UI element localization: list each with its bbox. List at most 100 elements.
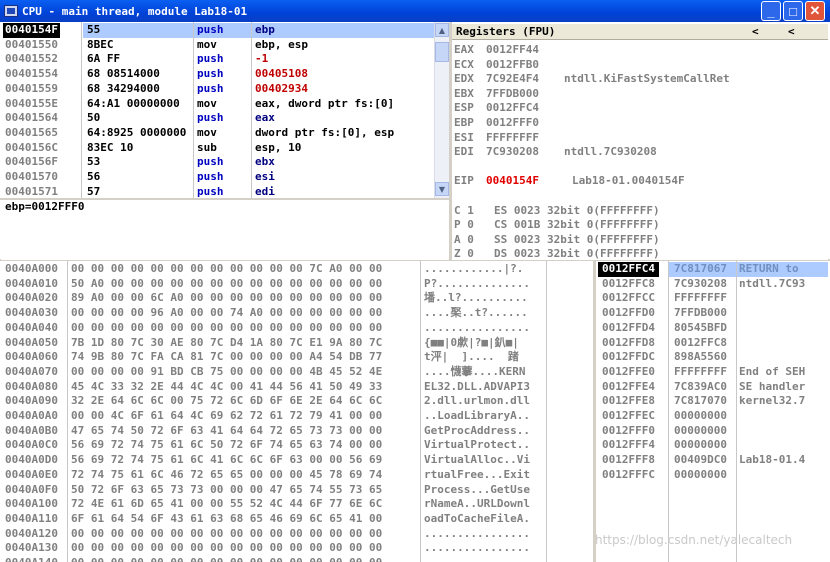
dump-address: 0040A0B0 (5, 423, 58, 437)
dump-row[interactable]: 0040A020 89 A0 00 00 6C A0 00 00 00 00 00… (1, 291, 546, 306)
register-value: 7C930208 (486, 145, 539, 159)
dump-row[interactable]: 0040A0B0 47 65 74 50 72 6F 63 41 64 64 72… (1, 424, 546, 439)
dump-row[interactable]: 0040A0D0 56 69 72 74 75 61 6C 41 6C 6C 6F… (1, 453, 546, 468)
stack-row[interactable]: 0012FFC4 7C817067 RETURN to (596, 262, 828, 277)
dump-row[interactable]: 0040A080 45 4C 33 32 2E 44 4C 4C 00 41 44… (1, 380, 546, 395)
registers-header[interactable]: Registers (FPU) < < (452, 24, 828, 40)
register-name: P 0 (454, 218, 474, 232)
disasm-row[interactable]: 00401564 50 push eax (1, 111, 435, 126)
dump-row[interactable]: 0040A0E0 72 74 75 61 6C 46 72 65 65 00 00… (1, 468, 546, 483)
stack-value: FFFFFFFF (674, 364, 727, 378)
memory-dump-pane[interactable]: 0040A000 00 00 00 00 00 00 00 00 00 00 00… (1, 261, 593, 562)
disasm-mnemonic: mov (197, 37, 217, 51)
column-divider (251, 22, 252, 198)
stack-comment: ntdll.7C93 (739, 276, 806, 290)
dump-row[interactable]: 0040A050 7B 1D 80 7C 30 AE 80 7C D4 1A 80… (1, 336, 546, 351)
dump-row[interactable]: 0040A130 00 00 00 00 00 00 00 00 00 00 00… (1, 541, 546, 556)
disasm-operands: esi (255, 170, 275, 183)
registers-prev-button[interactable]: < (752, 25, 759, 38)
dump-ascii: EL32.DLL.ADVAPI3 (424, 379, 530, 393)
dump-ascii: rtualFree...Exit (424, 467, 530, 481)
dump-hex-bytes: 45 4C 33 32 2E 44 4C 4C 00 41 44 56 41 5… (71, 379, 383, 393)
disasm-row[interactable]: 00401559 68 34294000 push 00402934 (1, 82, 435, 97)
register-name: C 1 (454, 203, 474, 217)
register-name: A 0 (454, 232, 474, 246)
dump-row[interactable]: 0040A040 00 00 00 00 00 00 00 00 00 00 00… (1, 321, 546, 336)
scroll-down-icon[interactable]: ▼ (435, 182, 449, 196)
stack-row[interactable]: 0012FFF8 00409DC0 Lab18-01.4 (596, 453, 828, 468)
register-value: 0040154F (486, 174, 539, 188)
dump-address: 0040A080 (5, 379, 58, 393)
minimize-button[interactable]: _ (761, 1, 781, 21)
disasm-row[interactable]: 0040156F 53 push ebx (1, 155, 435, 170)
registers-pane[interactable]: Registers (FPU) < < EAX 0012FF44 ECX 0012FF… (452, 22, 828, 260)
registers-prev-button-2[interactable]: < (788, 25, 795, 38)
stack-row[interactable]: 0012FFEC 00000000 (596, 409, 828, 424)
disasm-hex: 6A FF (87, 52, 121, 66)
register-name: ECX (454, 57, 474, 71)
dump-address: 0040A000 (5, 262, 58, 275)
disasm-scrollbar[interactable]: ▲ ▼ (434, 22, 449, 198)
dump-hex-bytes: 72 4E 61 6D 65 41 00 00 55 52 4C 44 6F 7… (71, 497, 383, 511)
dump-row[interactable]: 0040A030 00 00 00 00 96 A0 00 00 74 A0 00… (1, 306, 546, 321)
title-bar[interactable]: CPU - main thread, module Lab18-01 _ □ ✕ (0, 0, 830, 22)
register-value: 0012FF44 (486, 43, 539, 56)
dump-row[interactable]: 0040A060 74 9B 80 7C FA CA 81 7C 00 00 00… (1, 350, 546, 365)
stack-row[interactable]: 0012FFE8 7C817070 kernel32.7 (596, 394, 828, 409)
stack-comment: End of SEH (739, 364, 806, 378)
stack-address: 0012FFCC (602, 291, 655, 305)
dump-row[interactable]: 0040A140 00 00 00 00 00 00 00 00 00 00 00… (1, 556, 546, 562)
dump-row[interactable]: 0040A100 72 4E 61 6D 65 41 00 00 55 52 4C… (1, 497, 546, 512)
cpu-window-icon (4, 5, 18, 17)
stack-comment: Lab18-01.4 (739, 453, 806, 467)
stack-address: 0012FFC8 (602, 276, 655, 290)
close-button[interactable]: ✕ (805, 1, 825, 21)
maximize-button[interactable]: □ (783, 1, 803, 21)
stack-row[interactable]: 0012FFF0 00000000 (596, 424, 828, 439)
disasm-address: 0040156C (5, 140, 58, 154)
disasm-mnemonic: push (197, 184, 224, 198)
dump-row[interactable]: 0040A120 00 00 00 00 00 00 00 00 00 00 00… (1, 527, 546, 542)
stack-value: 7C930208 (674, 276, 727, 290)
register-comment: ntdll.KiFastSystemCallRet (564, 72, 730, 86)
disasm-row[interactable]: 0040154F 55 push ebp (1, 23, 435, 38)
disasm-row[interactable]: 0040155E 64:A1 00000000 mov eax, dword ptr … (1, 97, 435, 112)
dump-address: 0040A030 (5, 306, 58, 320)
dump-row[interactable]: 0040A110 6F 61 64 54 6F 43 61 63 68 65 46… (1, 512, 546, 527)
disasm-row[interactable]: 00401554 68 08514000 push 00405108 (1, 67, 435, 82)
stack-row[interactable]: 0012FFD8 0012FFC8 (596, 336, 828, 351)
dump-row[interactable]: 0040A010 50 A0 00 00 00 00 00 00 00 00 00… (1, 277, 546, 292)
disasm-row[interactable]: 0040156C 83EC 10 sub esp, 10 (1, 141, 435, 156)
scroll-thumb[interactable] (435, 42, 449, 62)
scroll-up-icon[interactable]: ▲ (435, 23, 449, 37)
stack-row[interactable]: 0012FFE4 7C839AC0 SE handler (596, 380, 828, 395)
stack-pane[interactable]: 0012FFC4 7C817067 RETURN to 0012FFC8 7C93020… (596, 261, 828, 562)
stack-row[interactable]: 0012FFE0 FFFFFFFF End of SEH (596, 365, 828, 380)
dump-ascii: ....棸..t?...... (424, 306, 528, 320)
disasm-row[interactable]: 00401550 8BEC mov ebp, esp (1, 38, 435, 53)
stack-row[interactable]: 0012FFDC 898A5560 (596, 350, 828, 365)
disasm-row[interactable]: 00401571 57 push edi (1, 185, 435, 198)
disasm-row[interactable]: 00401565 64:8925 0000000 mov dword ptr fs:[… (1, 126, 435, 141)
disasm-hex: 56 (87, 170, 101, 183)
disasm-row[interactable]: 00401552 6A FF push -1 (1, 52, 435, 67)
dump-row[interactable]: 0040A070 00 00 00 00 91 BD CB 75 00 00 00… (1, 365, 546, 380)
disasm-hex: 53 (87, 155, 101, 169)
info-pane[interactable]: ebp=0012FFF0 (1, 200, 449, 260)
dump-row[interactable]: 0040A0A0 00 00 4C 6F 61 64 4C 69 62 72 61… (1, 409, 546, 424)
disassembly-pane[interactable]: 0040154F 55 push ebp 00401550 8BEC mov ebp, esp… (1, 22, 449, 198)
dump-row[interactable]: 0040A090 32 2E 64 6C 6C 00 75 72 6C 6D 6F… (1, 394, 546, 409)
stack-row[interactable]: 0012FFC8 7C930208 ntdll.7C93 (596, 277, 828, 292)
disasm-mnemonic: push (197, 170, 224, 183)
dump-row[interactable]: 0040A0F0 50 72 6F 63 65 73 73 00 00 00 47… (1, 483, 546, 498)
dump-row[interactable]: 0040A0C0 56 69 72 74 75 61 6C 50 72 6F 74… (1, 438, 546, 453)
stack-value: 00000000 (674, 409, 727, 422)
stack-row[interactable]: 0012FFCC FFFFFFFF (596, 291, 828, 306)
dump-row[interactable]: 0040A000 00 00 00 00 00 00 00 00 00 00 00… (1, 262, 546, 277)
stack-row[interactable]: 0012FFD0 7FFDB000 (596, 306, 828, 321)
stack-row[interactable]: 0012FFD4 80545BFD (596, 321, 828, 336)
disasm-row[interactable]: 00401570 56 push esi (1, 170, 435, 185)
stack-row[interactable]: 0012FFFC 00000000 (596, 468, 828, 483)
dump-address: 0040A0E0 (5, 467, 58, 481)
stack-row[interactable]: 0012FFF4 00000000 (596, 438, 828, 453)
